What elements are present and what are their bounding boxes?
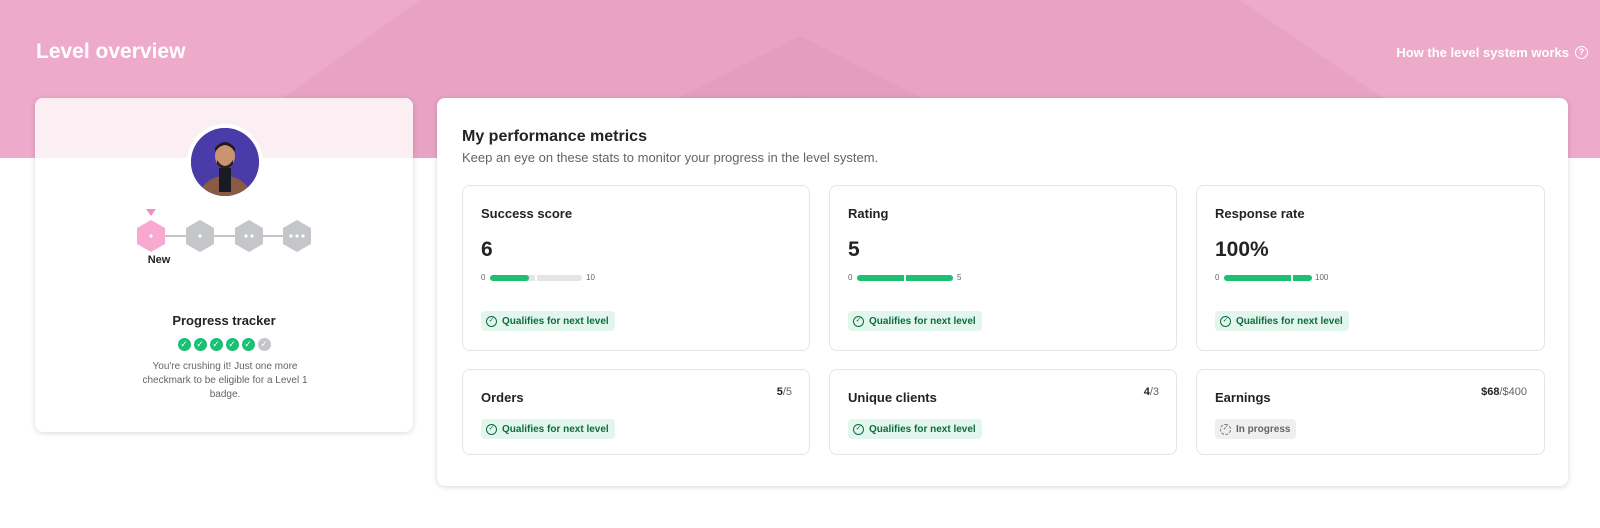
- metric-title: Rating: [848, 206, 889, 221]
- target-marker: [904, 273, 906, 283]
- level-track: [137, 209, 311, 252]
- status-badge: ✓ Qualifies for next level: [481, 311, 615, 331]
- status-badge: ✓ Qualifies for next level: [848, 419, 982, 439]
- target-marker: [1290, 273, 1293, 283]
- scale-min: 0: [1215, 273, 1220, 282]
- metrics-title: My performance metrics: [462, 128, 647, 145]
- check-pending-icon: ✓: [257, 338, 271, 351]
- scale-min: 0: [848, 273, 853, 282]
- status-badge: ✓ In progress: [1215, 419, 1297, 439]
- pending-circle-icon: ✓: [1220, 423, 1231, 435]
- status-label: In progress: [1236, 423, 1291, 435]
- current-level-label: New: [147, 254, 171, 266]
- progress-tracker-title: Progress tracker: [172, 313, 276, 328]
- scale-max: 100: [1315, 273, 1329, 282]
- progress-bar-fill: [490, 275, 529, 281]
- metric-ratio: 5/5: [776, 386, 792, 398]
- status-badge: ✓ Qualifies for next level: [848, 311, 982, 331]
- metric-success-score: Success score 6 0 10 ✓ Qualifies for nex…: [462, 185, 810, 351]
- status-badge: ✓ Qualifies for next level: [1215, 311, 1349, 331]
- check-circle-icon: ✓: [853, 423, 864, 435]
- current-level-pointer-icon: [146, 209, 156, 216]
- profile-card: New Progress tracker ✓ ✓ ✓ ✓ ✓ ✓ You're …: [35, 98, 413, 432]
- scale-max: 5: [957, 273, 962, 282]
- metric-ratio: 4/3: [1143, 386, 1159, 398]
- check-icon: ✓: [225, 338, 239, 351]
- target-marker: [535, 273, 537, 283]
- avatar[interactable]: [187, 124, 263, 200]
- progress-bar: [1224, 273, 1312, 283]
- status-label: Qualifies for next level: [1236, 315, 1343, 327]
- metric-title: Earnings: [1215, 390, 1271, 405]
- status-label: Qualifies for next level: [502, 315, 609, 327]
- metric-ratio: $68/$400: [1481, 386, 1527, 398]
- progress-bar-fill: [1224, 275, 1312, 281]
- metric-earnings: Earnings $68/$400 ✓ In progress: [1196, 369, 1545, 455]
- how-link-label: How the level system works: [1396, 45, 1569, 60]
- metric-value: 100%: [1215, 238, 1269, 261]
- metric-orders: Orders 5/5 ✓ Qualifies for next level: [462, 369, 810, 455]
- progress-bar: [857, 273, 953, 283]
- progress-checkmarks: ✓ ✓ ✓ ✓ ✓ ✓: [35, 338, 413, 351]
- metric-rating: Rating 5 0 5 ✓ Qualifies for next level: [829, 185, 1177, 351]
- progress-message: You're crushing it! Just one more checkm…: [142, 361, 308, 400]
- metric-title: Unique clients: [848, 390, 937, 405]
- metric-unique-clients: Unique clients 4/3 ✓ Qualifies for next …: [829, 369, 1177, 455]
- check-icon: ✓: [209, 338, 223, 351]
- page-title: Level overview: [36, 40, 186, 63]
- status-label: Qualifies for next level: [869, 315, 976, 327]
- check-icon: ✓: [241, 338, 255, 351]
- check-circle-icon: ✓: [486, 423, 497, 435]
- check-circle-icon: ✓: [853, 315, 864, 327]
- check-icon: ✓: [193, 338, 207, 351]
- level-badge-2: [235, 220, 263, 252]
- question-circle-icon: ?: [1575, 46, 1588, 59]
- scale-min: 0: [481, 273, 486, 282]
- metrics-subtitle: Keep an eye on these stats to monitor yo…: [462, 150, 879, 165]
- performance-metrics-card: My performance metrics Keep an eye on th…: [437, 98, 1568, 486]
- metric-title: Response rate: [1215, 206, 1305, 221]
- how-level-system-works-link[interactable]: How the level system works ?: [1396, 45, 1588, 60]
- metric-title: Success score: [481, 206, 573, 221]
- check-icon: ✓: [177, 338, 191, 351]
- progress-bar: [490, 273, 582, 283]
- scale-max: 10: [586, 273, 595, 282]
- metric-title: Orders: [481, 390, 524, 405]
- person-avatar-icon: [191, 128, 259, 196]
- metric-value: 5: [848, 238, 860, 261]
- check-circle-icon: ✓: [486, 315, 497, 327]
- status-label: Qualifies for next level: [869, 423, 976, 435]
- check-circle-icon: ✓: [1220, 315, 1231, 327]
- status-label: Qualifies for next level: [502, 423, 609, 435]
- status-badge: ✓ Qualifies for next level: [481, 419, 615, 439]
- metric-value: 6: [481, 238, 493, 261]
- metric-response-rate: Response rate 100% 0 100 ✓ Qualifies for…: [1196, 185, 1545, 351]
